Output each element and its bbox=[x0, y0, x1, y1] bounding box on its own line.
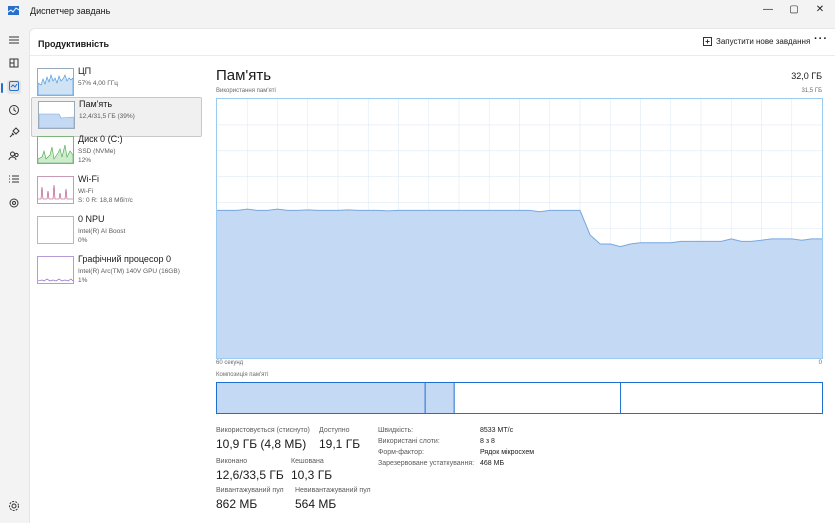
hamburger-icon[interactable] bbox=[7, 34, 21, 48]
speed-value: 8533 MT/c bbox=[480, 427, 514, 434]
committed-label: Виконано bbox=[216, 458, 248, 465]
minimize-button[interactable]: — bbox=[757, 2, 779, 18]
committed-value: 12,6/33,5 ГБ bbox=[216, 468, 284, 482]
cpu-thumbnail-graph bbox=[37, 68, 74, 96]
task-manager-logo-icon bbox=[8, 6, 19, 15]
resource-item-npu[interactable]: 0 NPU Intel(R) AI Boost 0% bbox=[31, 213, 200, 251]
reserved-key: Зарезервоване устаткування: bbox=[378, 460, 475, 467]
processes-icon[interactable] bbox=[7, 57, 21, 71]
composition-free bbox=[620, 383, 822, 413]
resource-usage: S: 0 R: 18,8 Мбіт/с bbox=[78, 197, 133, 204]
cached-label: Кешована bbox=[291, 458, 324, 465]
resource-detail: SSD (NVMe) bbox=[78, 148, 116, 155]
resource-detail: Intel(R) Arc(TM) 140V GPU (16GB) bbox=[78, 268, 180, 275]
form-factor-value: Рядок мікросхем bbox=[480, 449, 535, 456]
resource-name: Пам'ять bbox=[79, 99, 113, 109]
resource-name: Wi-Fi bbox=[78, 174, 99, 184]
startup-apps-icon[interactable] bbox=[7, 127, 21, 141]
resource-item-wifi[interactable]: Wi-Fi Wi-Fi S: 0 R: 18,8 Мбіт/с bbox=[31, 173, 200, 211]
composition-standby bbox=[454, 383, 621, 413]
wifi-thumbnail-graph bbox=[37, 176, 74, 204]
nonpaged-pool-label: Невивантажуваний пул bbox=[295, 487, 371, 494]
disk-thumbnail-graph bbox=[37, 136, 74, 164]
time-axis-left: 60 секунд bbox=[216, 360, 244, 366]
run-new-task-button[interactable]: Запустити нове завдання bbox=[703, 37, 810, 46]
resource-usage: 0% bbox=[78, 237, 88, 244]
composition-in-use bbox=[217, 383, 426, 413]
usage-graph-max: 31,5 ГБ bbox=[801, 88, 822, 94]
composition-modified bbox=[425, 383, 455, 413]
slots-key: Використані слоти: bbox=[378, 438, 440, 445]
resource-usage: 12% bbox=[78, 157, 92, 164]
cached-value: 10,3 ГБ bbox=[291, 468, 333, 482]
resource-usage: 1% bbox=[78, 277, 88, 284]
composition-label: Композиція пам'яті bbox=[216, 372, 269, 378]
resource-detail: 12,4/31,5 ГБ (39%) bbox=[79, 113, 135, 120]
gpu-thumbnail-graph bbox=[37, 256, 74, 284]
slots-value: 8 з 8 bbox=[480, 438, 495, 445]
usage-graph-label: Використання пам'яті bbox=[216, 88, 276, 94]
details-icon[interactable] bbox=[7, 173, 21, 187]
memory-composition-bar bbox=[216, 382, 823, 414]
resource-detail: Intel(R) AI Boost bbox=[78, 228, 126, 235]
performance-icon[interactable] bbox=[7, 80, 21, 94]
memory-usage-graph bbox=[216, 98, 823, 359]
memory-total: 32,0 ГБ bbox=[791, 71, 822, 81]
resource-name: Графічний процесор 0 bbox=[78, 254, 172, 264]
resource-detail: 57% 4,00 ГГц bbox=[78, 80, 119, 87]
page-title: Продуктивність bbox=[38, 39, 110, 49]
new-task-icon bbox=[703, 37, 712, 46]
form-factor-key: Форм-фактор: bbox=[378, 449, 424, 456]
in-use-label: Використовується (стиснуто) bbox=[216, 427, 310, 434]
nonpaged-pool-value: 564 МБ bbox=[295, 497, 337, 511]
in-use-value: 10,9 ГБ (4,8 МБ) bbox=[216, 437, 307, 451]
title-bar: Диспетчер завдань — ▢ ✕ bbox=[0, 0, 835, 24]
resource-item-gpu[interactable]: Графічний процесор 0 Intel(R) Arc(TM) 14… bbox=[31, 253, 200, 291]
available-label: Доступно bbox=[319, 427, 350, 434]
active-indicator bbox=[1, 83, 3, 93]
run-new-task-label: Запустити нове завдання bbox=[716, 37, 811, 46]
reserved-value: 468 МБ bbox=[480, 460, 505, 467]
available-value: 19,1 ГБ bbox=[319, 437, 361, 451]
memory-thumbnail-graph bbox=[38, 101, 75, 129]
close-button[interactable]: ✕ bbox=[809, 2, 831, 18]
more-options-button[interactable]: ··· bbox=[814, 33, 828, 45]
memory-title: Пам'ять bbox=[216, 67, 272, 84]
resource-name: Диск 0 (C:) bbox=[78, 134, 123, 144]
resource-item-disk[interactable]: Диск 0 (C:) SSD (NVMe) 12% bbox=[31, 133, 200, 171]
resource-detail: Wi-Fi bbox=[78, 188, 94, 195]
npu-thumbnail-graph bbox=[37, 216, 74, 244]
resource-name: ЦП bbox=[78, 66, 92, 76]
paged-pool-value: 862 МБ bbox=[216, 497, 258, 511]
resource-name: 0 NPU bbox=[78, 214, 105, 224]
speed-key: Швидкість: bbox=[378, 427, 414, 434]
settings-icon[interactable] bbox=[7, 500, 21, 514]
content-panel: Продуктивність Запустити нове завдання ·… bbox=[29, 28, 835, 523]
resource-item-memory[interactable]: Пам'ять 12,4/31,5 ГБ (39%) bbox=[31, 97, 202, 137]
header-divider bbox=[30, 55, 835, 56]
users-icon[interactable] bbox=[7, 150, 21, 164]
time-axis-right: 0 bbox=[818, 360, 822, 366]
window-title: Диспетчер завдань bbox=[30, 6, 111, 16]
services-icon[interactable] bbox=[7, 197, 21, 211]
app-history-icon[interactable] bbox=[7, 104, 21, 118]
paged-pool-label: Вивантажуваний пул bbox=[216, 487, 284, 494]
maximize-button[interactable]: ▢ bbox=[783, 2, 805, 18]
nav-rail bbox=[0, 24, 29, 522]
